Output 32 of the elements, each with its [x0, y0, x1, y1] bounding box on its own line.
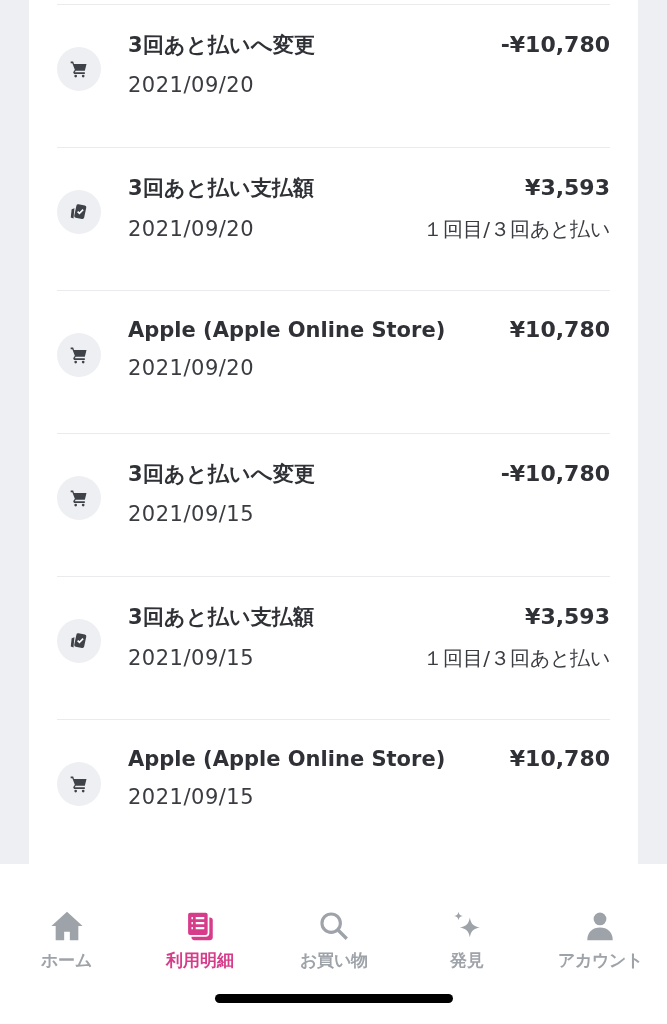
transaction-date: 2021/09/15: [128, 785, 255, 809]
transaction-amount: -¥10,780: [500, 461, 610, 486]
cards-icon: [57, 619, 101, 663]
transaction-date: 2021/09/20: [128, 217, 255, 241]
transaction-date: 2021/09/20: [128, 356, 255, 380]
home-icon: [49, 909, 84, 943]
transaction-amount: ¥3,593: [525, 604, 610, 629]
tab-item[interactable]: お買い物: [266, 909, 401, 972]
tab-item[interactable]: ホーム: [0, 909, 134, 972]
transaction-title: Apple (Apple Online Store): [128, 747, 446, 771]
cards-icon: [57, 190, 101, 234]
tab-item[interactable]: 発見: [400, 909, 534, 972]
installment-note: １回目/３回あと払い: [423, 216, 610, 243]
cart-icon: [57, 333, 101, 377]
tab-item[interactable]: アカウント: [533, 909, 667, 972]
transaction-title: 3回あと払い支払額: [128, 175, 314, 202]
transaction-amount: ¥10,780: [509, 746, 610, 771]
transaction-amount: -¥10,780: [500, 32, 610, 57]
transaction-amount: ¥10,780: [509, 317, 610, 342]
transaction-date: 2021/09/20: [128, 73, 255, 97]
transaction-date: 2021/09/15: [128, 646, 255, 670]
transaction-title: 3回あと払いへ変更: [128, 32, 315, 59]
cart-icon: [57, 47, 101, 91]
installment-note: １回目/３回あと払い: [423, 645, 610, 672]
cart-icon: [57, 476, 101, 520]
cart-icon: [57, 762, 101, 806]
transaction-title: 3回あと払いへ変更: [128, 461, 315, 488]
tab-item[interactable]: 利用明細: [133, 909, 267, 972]
transaction-amount: ¥3,593: [525, 175, 610, 200]
transaction-title: 3回あと払い支払額: [128, 604, 314, 631]
transaction-date: 2021/09/15: [128, 502, 255, 526]
transaction-title: Apple (Apple Online Store): [128, 318, 446, 342]
